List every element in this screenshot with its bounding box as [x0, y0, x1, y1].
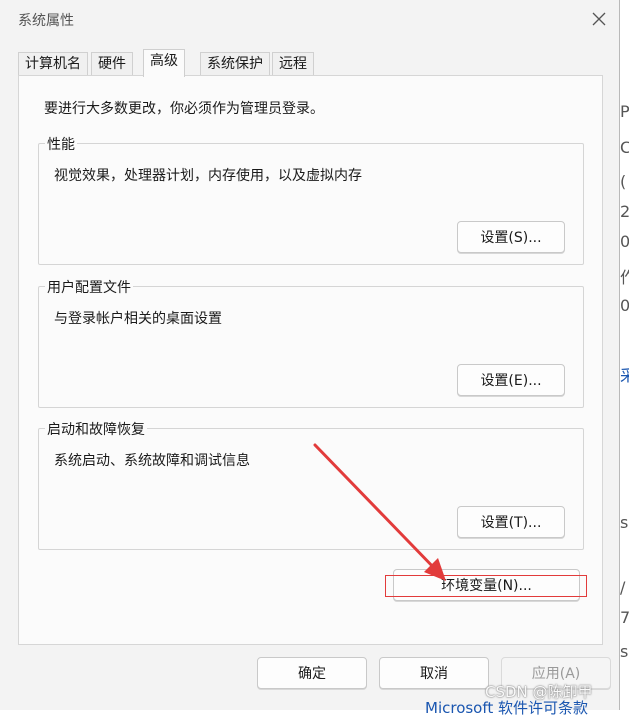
tab-system-protection[interactable]: 系统保护	[200, 52, 270, 76]
background-text: P	[620, 102, 629, 121]
group-title: 性能	[45, 134, 77, 154]
title-bar: 系统属性	[0, 0, 620, 38]
tab-remote[interactable]: 远程	[272, 52, 314, 76]
background-window: P C ( 2 0 作 0 采 s / 7 s	[620, 0, 629, 710]
watermark: CSDN @陈卸甲	[485, 683, 593, 701]
group-title: 用户配置文件	[45, 277, 133, 297]
background-text: s	[620, 513, 629, 532]
startup-recovery-settings-button[interactable]: 设置(T)...	[457, 506, 565, 538]
group-title: 启动和故障恢复	[45, 419, 147, 439]
background-text: 7	[620, 608, 629, 627]
group-description: 视觉效果，处理器计划，内存使用，以及虚拟内存	[54, 168, 362, 184]
background-text: 采	[620, 366, 629, 385]
advanced-tab-panel: 要进行大多数更改，你必须作为管理员登录。 性能 视觉效果，处理器计划，内存使用，…	[18, 75, 603, 645]
background-text: 2	[620, 202, 629, 221]
background-text: (	[620, 172, 627, 191]
close-icon	[592, 12, 606, 26]
tab-advanced[interactable]: 高级	[143, 49, 185, 77]
admin-note: 要进行大多数更改，你必须作为管理员登录。	[44, 101, 324, 117]
environment-variables-button[interactable]: 环境变量(N)...	[393, 569, 580, 601]
background-text: 0	[620, 296, 629, 315]
user-profiles-settings-button[interactable]: 设置(E)...	[457, 364, 565, 396]
background-text: C	[620, 138, 629, 157]
window-title: 系统属性	[18, 13, 74, 29]
ok-button[interactable]: 确定	[257, 657, 367, 689]
performance-group: 性能 视觉效果，处理器计划，内存使用，以及虚拟内存 设置(S)...	[38, 134, 584, 265]
system-properties-dialog: 系统属性 计算机名 硬件 高级 系统保护 远程 要进行大多数更改，你必须作为管理…	[0, 0, 620, 710]
performance-settings-button[interactable]: 设置(S)...	[457, 221, 565, 253]
background-text: 作	[620, 268, 629, 287]
tab-computer-name[interactable]: 计算机名	[18, 52, 88, 76]
background-text: 0	[620, 232, 629, 251]
background-text: s	[620, 642, 629, 661]
tab-hardware[interactable]: 硬件	[91, 52, 133, 76]
background-text: /	[620, 578, 626, 597]
user-profiles-group: 用户配置文件 与登录帐户相关的桌面设置 设置(E)...	[38, 277, 584, 408]
startup-recovery-group: 启动和故障恢复 系统启动、系统故障和调试信息 设置(T)...	[38, 419, 584, 550]
group-description: 系统启动、系统故障和调试信息	[54, 453, 250, 469]
group-description: 与登录帐户相关的桌面设置	[54, 311, 222, 327]
close-button[interactable]	[585, 6, 613, 32]
cancel-button[interactable]: 取消	[379, 657, 489, 689]
